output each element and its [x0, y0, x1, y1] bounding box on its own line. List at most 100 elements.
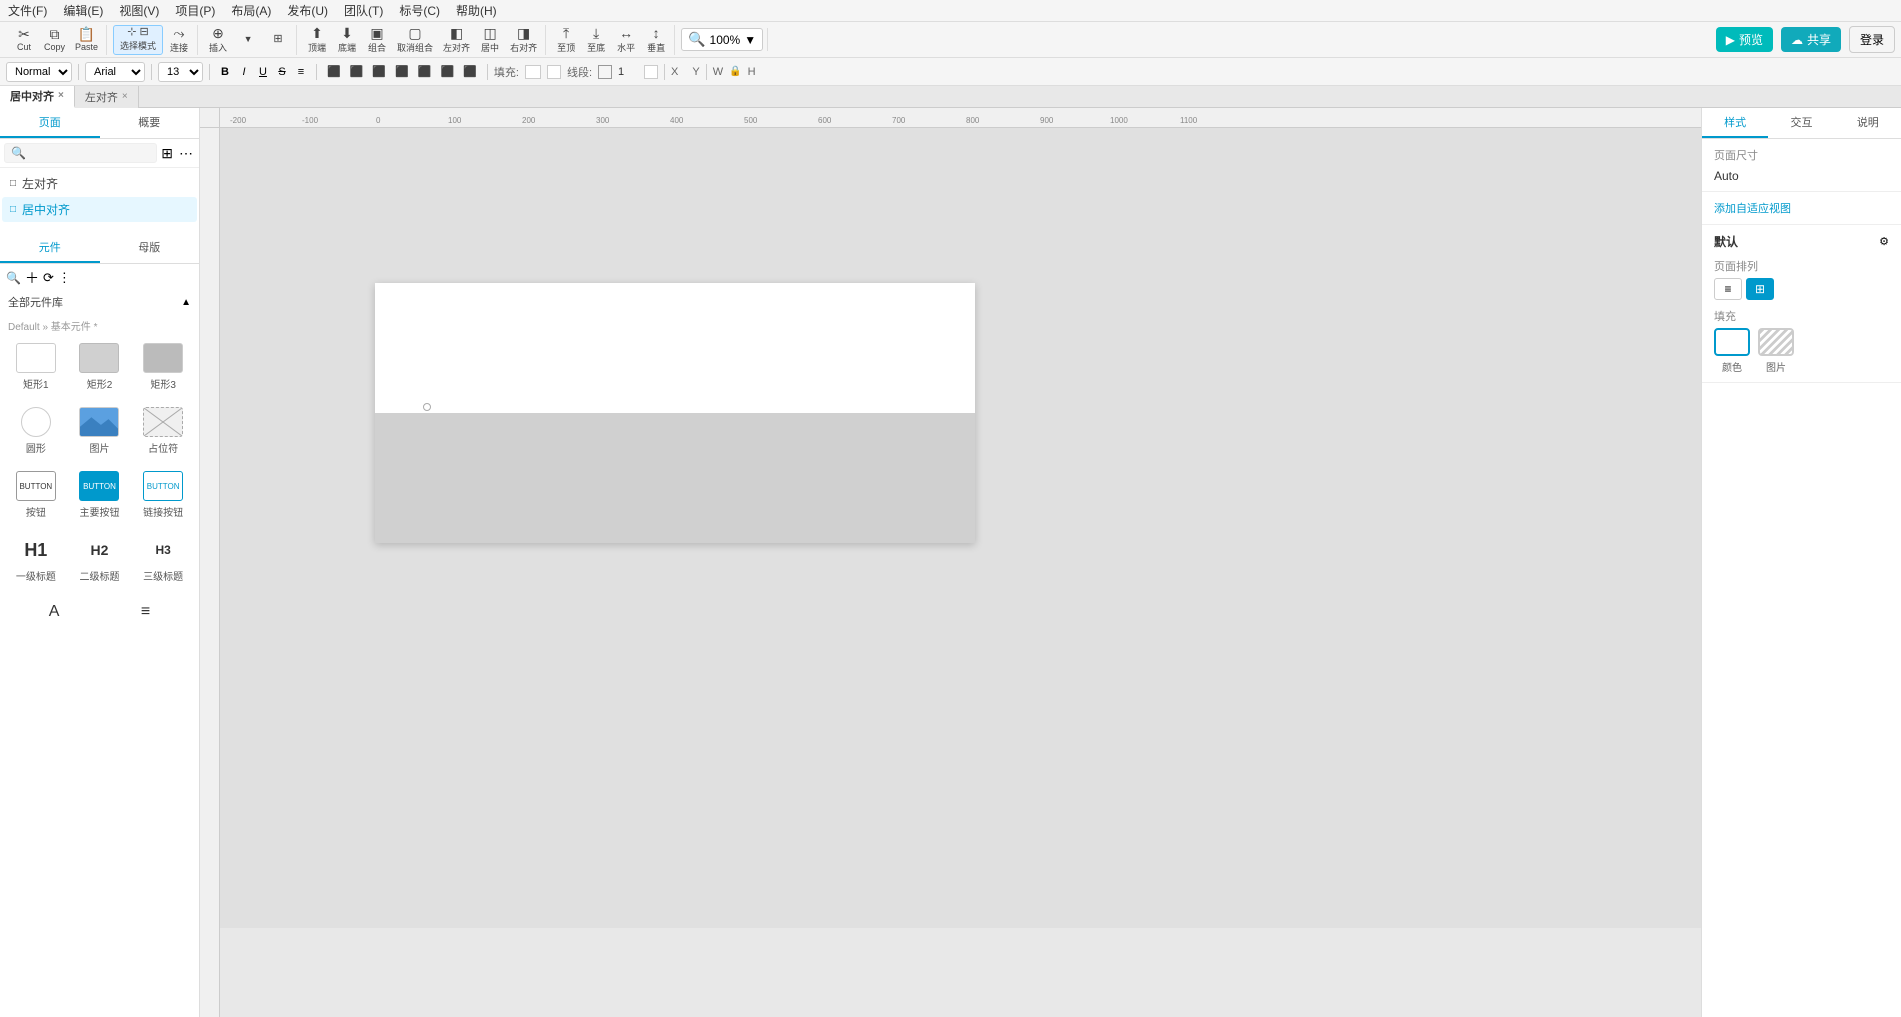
search-icon: 🔍: [11, 146, 26, 160]
comp-h3[interactable]: H3 三级标题: [135, 531, 191, 587]
bottom-order-button[interactable]: ⤓至底: [582, 25, 610, 55]
v-align-top-button[interactable]: ⬛: [414, 64, 436, 79]
page-tab-left-close[interactable]: ×: [122, 91, 128, 102]
menu-help[interactable]: 帮助(H): [456, 2, 497, 19]
connect-button[interactable]: ⤳ 连接: [165, 25, 193, 55]
page-tab-left[interactable]: 左对齐 ×: [75, 86, 139, 108]
top-order-button[interactable]: ⤒至顶: [552, 25, 580, 55]
masters-tab[interactable]: 母版: [100, 233, 200, 263]
insert-dropdown-button[interactable]: ▼: [234, 25, 262, 55]
comp-more-icon[interactable]: ⋮: [58, 270, 71, 286]
center-align-button[interactable]: ◫居中: [476, 25, 504, 55]
menu-team[interactable]: 团队(T): [344, 2, 383, 19]
underline-button[interactable]: U: [254, 65, 272, 79]
style-tab[interactable]: 样式: [1702, 108, 1768, 138]
table-button[interactable]: ⊞: [264, 25, 292, 55]
login-button[interactable]: 登录: [1849, 26, 1895, 53]
v-align-mid-button[interactable]: ⬛: [437, 64, 459, 79]
strikethrough-button[interactable]: S: [273, 65, 291, 79]
page-tab-center[interactable]: 居中对齐 ×: [0, 86, 75, 108]
align-right-button[interactable]: ⬛: [368, 64, 390, 79]
fill-color-box[interactable]: [525, 65, 541, 79]
add-adaptive-view-link[interactable]: 添加自适应视图: [1714, 203, 1791, 215]
align-center-button[interactable]: ⬛: [346, 64, 368, 79]
comp-rect1[interactable]: 矩形1: [8, 339, 64, 395]
comp-rect2[interactable]: 矩形2: [72, 339, 128, 395]
preview-button[interactable]: ▶ 预览: [1716, 27, 1773, 52]
v-dist-button[interactable]: ↕垂直: [642, 25, 670, 55]
fill-image-option[interactable]: 图片: [1758, 328, 1794, 374]
canvas-area[interactable]: -200 -100 0 100 200 300 400 500 600 700 …: [200, 108, 1701, 1017]
fill-color-option[interactable]: 颜色: [1714, 328, 1750, 374]
comp-refresh-icon[interactable]: ⟳: [43, 270, 54, 286]
comp-btn-primary[interactable]: BUTTON 主要按钮: [72, 467, 128, 523]
description-tab[interactable]: 说明: [1835, 108, 1901, 138]
stroke-color-box[interactable]: [598, 65, 612, 79]
insert-button[interactable]: ⊕ 插入: [204, 25, 232, 55]
copy-button[interactable]: ⧉ Copy: [40, 25, 69, 55]
menu-file[interactable]: 文件(F): [8, 2, 47, 19]
right-align-button[interactable]: ◨右对齐: [506, 25, 541, 55]
pages-search-input[interactable]: [30, 147, 150, 159]
paste-button[interactable]: 📋 Paste: [71, 25, 102, 55]
stroke-checkbox[interactable]: [644, 65, 658, 79]
menu-mark[interactable]: 标号(C): [399, 2, 440, 19]
style-select[interactable]: Normal: [6, 62, 72, 82]
interaction-tab[interactable]: 交互: [1768, 108, 1834, 138]
h-dist-button[interactable]: ↔水平: [612, 25, 640, 55]
main-layout: 页面 概要 🔍 ⊞ ⋯ □ 左对齐 □ 居中对齐 元件 母版: [0, 108, 1901, 1017]
v-align-bottom-button[interactable]: ⬛: [459, 64, 481, 79]
menu-view[interactable]: 视图(V): [119, 2, 159, 19]
comp-btn-normal[interactable]: BUTTON 按钮: [8, 467, 64, 523]
page-options-icon[interactable]: ⋯: [177, 143, 195, 164]
comp-image[interactable]: 图片: [72, 403, 128, 459]
add-page-icon[interactable]: ⊞: [159, 143, 175, 164]
page-frame[interactable]: [375, 283, 975, 543]
comp-rect3[interactable]: 矩形3: [135, 339, 191, 395]
page-item-center[interactable]: □ 居中对齐: [2, 197, 197, 222]
align-justify-button[interactable]: ⬛: [391, 64, 413, 79]
default-settings-icon[interactable]: ⚙: [1879, 235, 1889, 248]
select-mode-button[interactable]: ⊹ ⊟ 选择模式: [113, 25, 163, 55]
group-button[interactable]: ▣组合: [363, 25, 391, 55]
top-align-button[interactable]: ⬆顶端: [303, 25, 331, 55]
menu-publish[interactable]: 发布(U): [287, 2, 328, 19]
fill-color-label: 颜色: [1722, 359, 1742, 374]
comp-placeholder[interactable]: 占位符: [135, 403, 191, 459]
cut-button[interactable]: ✂ Cut: [10, 25, 38, 55]
text-format-group: B I U S ≡: [216, 65, 310, 79]
zoom-control[interactable]: 🔍 100% ▼: [681, 28, 763, 51]
menu-edit[interactable]: 编辑(E): [63, 2, 103, 19]
fill-checkbox[interactable]: [547, 65, 561, 79]
align-left-button[interactable]: ⬛: [323, 64, 345, 79]
menu-layout[interactable]: 布局(A): [231, 2, 271, 19]
font-select[interactable]: Arial: [85, 62, 145, 82]
bold-button[interactable]: B: [216, 65, 234, 79]
ungroup-button[interactable]: ▢取消组合: [393, 25, 437, 55]
bottom-align-button[interactable]: ⬇底端: [333, 25, 361, 55]
comp-circle[interactable]: 圆形: [8, 403, 64, 459]
components-tab[interactable]: 元件: [0, 233, 100, 263]
page-item-left[interactable]: □ 左对齐: [2, 171, 197, 196]
canvas-content[interactable]: [220, 128, 1701, 1017]
overview-tab[interactable]: 概要: [100, 108, 200, 138]
comp-add-icon[interactable]: ＋: [25, 268, 39, 288]
layout-grid-button[interactable]: ⊞: [1746, 278, 1774, 300]
page-tab-center-close[interactable]: ×: [58, 90, 64, 101]
menu-project[interactable]: 项目(P): [175, 2, 215, 19]
layout-list-button[interactable]: ≡: [1714, 278, 1742, 300]
pages-search[interactable]: 🔍: [4, 143, 157, 163]
btn-link-label: 链接按钮: [143, 504, 183, 519]
library-dropdown-icon[interactable]: ▲: [181, 297, 191, 308]
share-button[interactable]: ☁ 共享: [1781, 27, 1841, 52]
comp-h1[interactable]: H1 一级标题: [8, 531, 64, 587]
left-align-button[interactable]: ◧左对齐: [439, 25, 474, 55]
comp-more-2[interactable]: ≡: [137, 599, 154, 625]
pages-tab[interactable]: 页面: [0, 108, 100, 138]
comp-more-1[interactable]: A: [45, 599, 64, 625]
comp-h2[interactable]: H2 二级标题: [72, 531, 128, 587]
list-button[interactable]: ≡: [292, 65, 310, 79]
size-select[interactable]: 13: [158, 62, 203, 82]
italic-button[interactable]: I: [235, 65, 253, 79]
comp-btn-link[interactable]: BUTTON 链接按钮: [135, 467, 191, 523]
